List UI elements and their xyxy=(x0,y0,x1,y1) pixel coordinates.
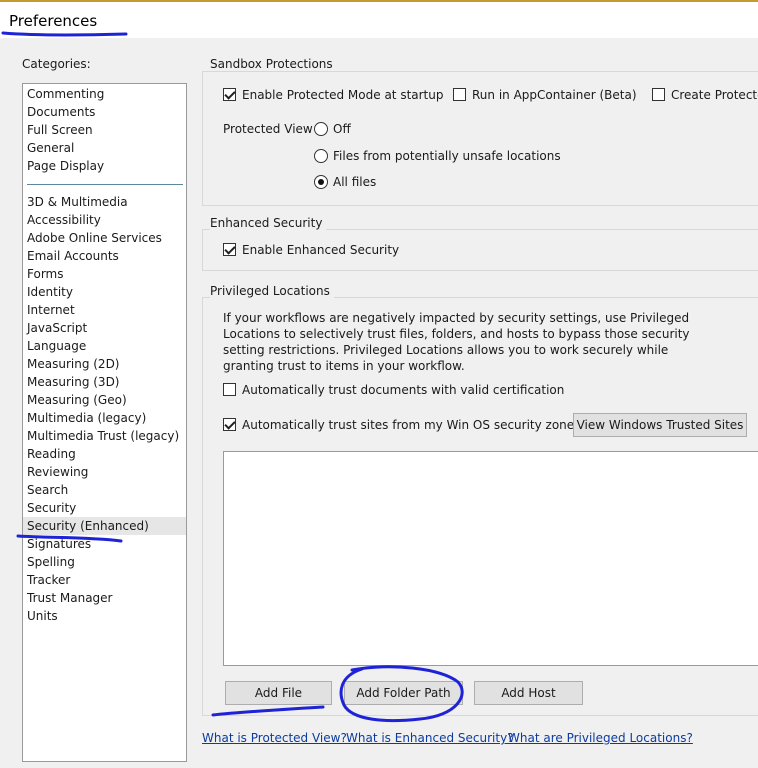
check-icon xyxy=(224,243,236,255)
add-file-button[interactable]: Add File xyxy=(225,681,332,705)
category-item[interactable]: Language xyxy=(27,337,185,355)
category-item[interactable]: Spelling xyxy=(27,553,185,571)
protected-view-help-link[interactable]: What is Protected View? xyxy=(202,731,347,745)
check-icon xyxy=(224,88,236,100)
category-item[interactable]: Internet xyxy=(27,301,185,319)
category-item[interactable]: Measuring (Geo) xyxy=(27,391,185,409)
create-protected-checkbox[interactable] xyxy=(652,88,665,101)
privileged-locations-help-link[interactable]: What are Privileged Locations? xyxy=(508,731,693,745)
window-title: Preferences xyxy=(9,12,98,30)
category-item[interactable]: Reading xyxy=(27,445,185,463)
enhanced-security-title: Enhanced Security xyxy=(210,216,327,230)
protected-view-all-label: All files xyxy=(333,175,377,189)
category-item[interactable]: Signatures xyxy=(27,535,185,553)
protected-view-off-label: Off xyxy=(333,122,351,136)
category-item[interactable]: Units xyxy=(27,607,185,625)
enhanced-security-label: Enable Enhanced Security xyxy=(242,243,400,257)
app-container-label: Run in AppContainer (Beta) xyxy=(472,88,637,102)
category-item[interactable]: Adobe Online Services xyxy=(27,229,185,247)
protected-view-off-radio[interactable] xyxy=(314,122,328,136)
enhanced-security-help-link[interactable]: What is Enhanced Security? xyxy=(346,731,514,745)
category-item[interactable]: Reviewing xyxy=(27,463,185,481)
create-protected-label: Create Protected xyxy=(671,88,758,102)
category-item[interactable]: Full Screen xyxy=(27,121,185,139)
categories-list[interactable]: Commenting Documents Full Screen General Pag… xyxy=(22,83,187,762)
trust-os-zones-label: Automatically trust sites from my Win OS… xyxy=(242,418,581,432)
category-item[interactable]: Security (Enhanced) xyxy=(23,517,186,535)
radio-selected-dot xyxy=(318,179,324,185)
add-host-button[interactable]: Add Host xyxy=(474,681,583,705)
category-item[interactable]: Tracker xyxy=(27,571,185,589)
category-item[interactable]: Search xyxy=(27,481,185,499)
protected-view-all-radio[interactable] xyxy=(314,175,328,189)
category-item[interactable]: Accessibility xyxy=(27,211,185,229)
category-item[interactable]: Measuring (2D) xyxy=(27,355,185,373)
privileged-locations-list[interactable] xyxy=(223,451,758,666)
title-bar: Preferences xyxy=(0,2,758,38)
protected-mode-checkbox[interactable] xyxy=(223,88,236,101)
category-item[interactable]: Security xyxy=(27,499,185,517)
privileged-locations-description: If your workflows are negatively impacte… xyxy=(223,311,690,373)
category-item[interactable]: Commenting xyxy=(27,85,185,103)
category-item[interactable]: 3D & Multimedia xyxy=(27,193,185,211)
categories-separator xyxy=(27,184,183,185)
trust-certified-label: Automatically trust documents with valid… xyxy=(242,383,565,397)
category-item[interactable]: Email Accounts xyxy=(27,247,185,265)
check-icon xyxy=(224,418,236,430)
trust-certified-checkbox[interactable] xyxy=(223,383,236,396)
category-item[interactable]: General xyxy=(27,139,185,157)
protected-view-unsafe-radio[interactable] xyxy=(314,149,328,163)
category-item[interactable]: Page Display xyxy=(27,157,185,175)
category-item[interactable]: Forms xyxy=(27,265,185,283)
add-folder-path-button[interactable]: Add Folder Path xyxy=(344,681,463,705)
trust-os-zones-checkbox[interactable] xyxy=(223,418,236,431)
category-item[interactable]: Documents xyxy=(27,103,185,121)
privileged-locations-title: Privileged Locations xyxy=(210,284,334,298)
category-item[interactable]: Identity xyxy=(27,283,185,301)
categories-label: Categories: xyxy=(22,57,91,71)
category-item[interactable]: JavaScript xyxy=(27,319,185,337)
category-item[interactable]: Multimedia (legacy) xyxy=(27,409,185,427)
protected-view-unsafe-label: Files from potentially unsafe locations xyxy=(333,149,561,163)
category-item[interactable]: Multimedia Trust (legacy) xyxy=(27,427,185,445)
app-container-checkbox[interactable] xyxy=(453,88,466,101)
category-item[interactable]: Measuring (3D) xyxy=(27,373,185,391)
enhanced-security-checkbox[interactable] xyxy=(223,243,236,256)
sandbox-title: Sandbox Protections xyxy=(210,57,337,71)
category-item[interactable]: Trust Manager xyxy=(27,589,185,607)
protected-view-label: Protected View xyxy=(223,122,313,136)
protected-mode-label: Enable Protected Mode at startup xyxy=(242,88,444,102)
view-trusted-sites-button[interactable]: View Windows Trusted Sites xyxy=(573,413,747,437)
